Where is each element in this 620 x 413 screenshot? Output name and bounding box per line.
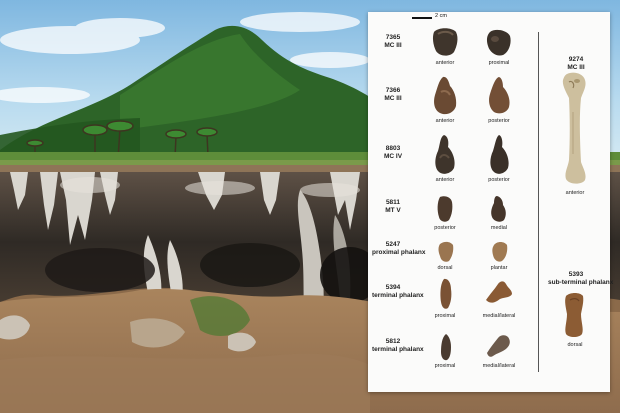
scale-bar-label: 2 cm [435, 13, 447, 19]
view-label: dorsal [567, 342, 583, 348]
specimen-number: 5811 [385, 199, 401, 206]
specimen-number: 7366 [385, 87, 401, 94]
specimen-element: MC IV [383, 153, 403, 160]
view-label: proximal [434, 313, 456, 319]
specimen-number: 8803 [385, 145, 401, 152]
scale-bar [412, 17, 432, 19]
view-label: medial/lateral [482, 363, 516, 369]
specimen-element: MC III [384, 42, 402, 49]
column-divider [538, 32, 539, 372]
specimen-element: MC III [384, 95, 402, 102]
specimen-number: 5393 [568, 271, 584, 278]
specimen-element: terminal phalanx [372, 292, 424, 299]
view-label: medial/lateral [482, 313, 516, 319]
specimen-number: 5394 [385, 284, 401, 291]
view-label: proximal [434, 363, 456, 369]
fossil-bone-image [435, 135, 455, 174]
view-label: medial [490, 225, 508, 231]
specimen-element: sub-terminal phalanx [548, 279, 614, 286]
view-label: anterior [435, 60, 455, 66]
fossil-bone-image [492, 242, 508, 262]
view-label: posterior [434, 225, 456, 231]
fossil-bone-image [487, 335, 510, 357]
fossil-bone-image [440, 278, 452, 309]
specimen-element: terminal phalanx [372, 346, 424, 353]
view-label: plantar [490, 265, 508, 271]
specimen-number: 5247 [385, 241, 401, 248]
specimen-number: 7365 [385, 34, 401, 41]
specimen-number: 9274 [568, 56, 584, 63]
specimen-element: proximal phalanx [372, 249, 426, 256]
fossil-bone-image [562, 72, 586, 184]
specimen-element: MT V [385, 207, 401, 214]
fossil-bone-image [491, 196, 506, 222]
view-label: anterior [435, 118, 455, 124]
view-label: posterior [488, 177, 510, 183]
fossil-bone-image [486, 281, 512, 303]
fossil-specimen-figure: 2 cm 7365 MC III anterior proximal 7366 … [368, 12, 614, 392]
view-label: anterior [435, 177, 455, 183]
fossil-bone-image [438, 241, 454, 262]
view-label: anterior [565, 190, 585, 196]
fossil-bone-image [437, 196, 453, 222]
fossil-bone-image [565, 293, 584, 337]
fossil-bone-image [434, 76, 457, 115]
specimen-number: 5812 [385, 338, 401, 345]
view-label: dorsal [437, 265, 453, 271]
view-label: proximal [488, 60, 510, 66]
fossil-bone-image [441, 334, 451, 361]
specimen-element: MC III [567, 64, 585, 71]
fossil-bone-image [486, 29, 511, 56]
fossil-bone-image [489, 77, 510, 114]
view-label: posterior [488, 118, 510, 124]
fossil-bone-image [432, 28, 458, 56]
fossil-bone-image [490, 135, 509, 174]
